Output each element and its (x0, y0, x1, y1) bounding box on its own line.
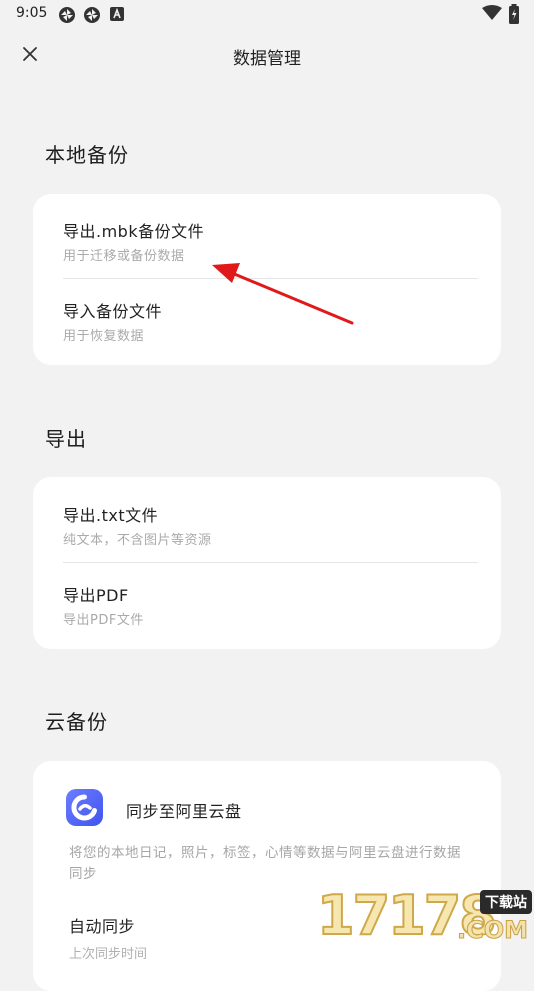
watermark-domain: .COM (456, 916, 528, 945)
watermark-logo: 17178 下载站 .COM (309, 882, 534, 950)
watermark-badge: 下载站 (480, 890, 532, 914)
annotation-arrow (212, 263, 354, 325)
